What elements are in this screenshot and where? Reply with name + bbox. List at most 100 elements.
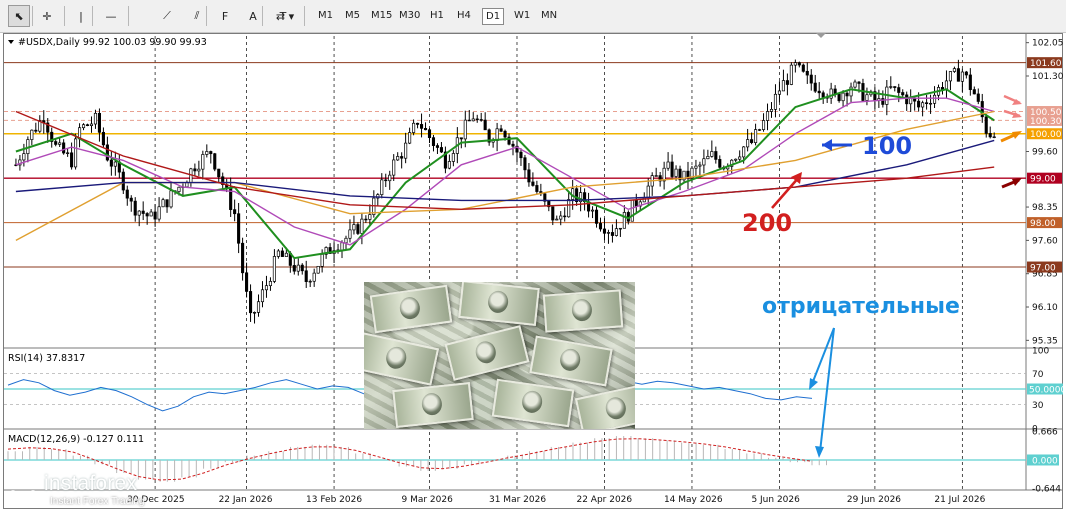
- candle-body: [929, 102, 933, 105]
- candle-body: [197, 168, 201, 172]
- candle-body: [805, 70, 809, 76]
- price-tick-label: 102.05: [1032, 39, 1064, 49]
- candle-body: [694, 165, 698, 169]
- candle-body: [785, 80, 789, 85]
- candle-body: [614, 228, 618, 236]
- candle-body: [97, 112, 101, 133]
- negative-annotation: отрицательные: [762, 294, 960, 319]
- candle-body: [22, 153, 26, 161]
- candle-body: [58, 142, 62, 145]
- candle-body: [527, 169, 531, 183]
- candle-body: [559, 215, 563, 220]
- candle-body: [400, 156, 404, 159]
- candle-body: [256, 301, 261, 313]
- candle-body: [308, 280, 312, 283]
- candle-body: [233, 209, 237, 215]
- rsi-tick-label: 50.0000: [1029, 386, 1066, 396]
- candle-body: [217, 168, 221, 178]
- candle-body: [213, 153, 217, 170]
- time-axis-label: 5 Jun 2026: [751, 495, 800, 505]
- candle-body: [754, 129, 758, 143]
- rsi-tick-label: 30: [1032, 401, 1044, 411]
- candle-body: [523, 157, 527, 171]
- candle-body: [817, 90, 821, 94]
- candle-body: [622, 212, 626, 229]
- rsi-tick-label: 70: [1032, 370, 1044, 380]
- candle-body: [809, 74, 813, 84]
- arrow-to-rsi-head-icon: [809, 378, 818, 390]
- candle-body: [348, 229, 352, 239]
- macd-tick-label: 0.000: [1032, 456, 1058, 466]
- candle-body: [264, 285, 269, 291]
- candle-body: [841, 92, 845, 102]
- candle-body: [439, 147, 443, 153]
- candle-body: [714, 151, 718, 160]
- rsi-label: RSI(14) 37.8317: [8, 353, 85, 364]
- candle-body: [634, 199, 638, 207]
- rsi-tick-label: 100: [1032, 347, 1049, 357]
- candle-body: [590, 209, 595, 212]
- time-axis-label: 31 Mar 2026: [489, 495, 546, 505]
- candle-body: [364, 218, 368, 221]
- candle-body: [674, 168, 678, 177]
- candle-body: [165, 199, 169, 208]
- candle-body: [193, 168, 197, 172]
- price-tick-label: 101.30: [1032, 72, 1064, 82]
- macd-label: MACD(12,26,9) -0.127 0.111: [8, 434, 144, 445]
- candle-body: [865, 94, 869, 101]
- candle-body: [905, 94, 909, 105]
- candle-body: [777, 90, 781, 95]
- watermark-tagline: Instant Forex Trading: [50, 496, 145, 507]
- candle-body: [610, 232, 614, 236]
- candle-body: [268, 281, 272, 287]
- candle-body: [964, 71, 968, 76]
- candle-body: [312, 272, 316, 282]
- candle-body: [475, 118, 479, 121]
- candle-body: [606, 232, 611, 234]
- candle-body: [153, 211, 157, 220]
- candle-body: [921, 102, 925, 108]
- candle-body: [368, 214, 372, 220]
- candle-body: [30, 129, 34, 140]
- candle-body: [837, 93, 841, 102]
- candle-body: [447, 161, 451, 169]
- candle-body: [710, 151, 714, 157]
- candle-body: [284, 252, 288, 257]
- candle-body: [149, 211, 153, 217]
- time-axis-label: 13 Feb 2026: [306, 495, 362, 505]
- candle-body: [101, 131, 105, 146]
- time-axis-label: 22 Jan 2026: [219, 495, 273, 505]
- level-label-text: 100.30: [1030, 117, 1062, 127]
- candle-body: [761, 120, 766, 130]
- candle-body: [34, 129, 38, 132]
- level-label-text: 98.00: [1030, 219, 1056, 229]
- candle-body: [853, 81, 857, 88]
- candle-body: [169, 190, 173, 208]
- candle-body: [857, 81, 861, 84]
- candle-body: [511, 143, 515, 147]
- price-tick-label: 96.10: [1032, 303, 1058, 313]
- candle-body: [471, 118, 475, 122]
- candle-body: [932, 94, 937, 104]
- price-tick-label: 99.60: [1032, 148, 1058, 158]
- candle-body: [412, 122, 416, 133]
- candle-body: [62, 142, 66, 154]
- candle-body: [304, 270, 308, 282]
- chart-canvas[interactable]: 102.05101.3099.6098.3597.6096.8596.1095.…: [0, 0, 1066, 511]
- candle-body: [718, 159, 722, 168]
- candle-body: [157, 206, 161, 220]
- instaforex-logo: instaforex Instant Forex Trading: [6, 472, 196, 508]
- candle-body: [968, 74, 972, 90]
- candle-body: [129, 197, 133, 202]
- candle-body: [66, 152, 70, 154]
- candle-body: [451, 153, 455, 162]
- candle-body: [133, 200, 137, 216]
- candle-body: [893, 86, 897, 88]
- arrow-to-macd-head-icon: [815, 446, 824, 458]
- candle-body: [344, 237, 348, 244]
- instaforex-mark-icon: [9, 476, 37, 500]
- candle-body: [340, 242, 344, 251]
- candle-body: [765, 111, 770, 121]
- time-axis-label: 14 May 2026: [664, 495, 723, 505]
- dollar-bills-photo: [364, 282, 635, 429]
